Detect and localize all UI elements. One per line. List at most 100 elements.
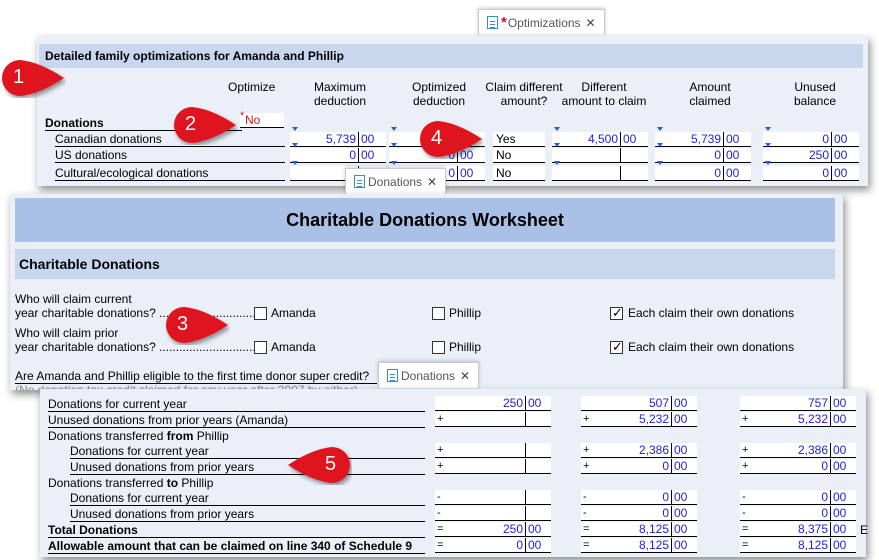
section-title: Detailed family optimizations for Amanda…	[39, 44, 863, 68]
amount-value: 2,386	[797, 443, 828, 457]
operator: -	[437, 491, 441, 503]
row-label: Cultural/ecological donations	[55, 166, 285, 181]
tab-label: Optimizations	[507, 15, 581, 30]
q2-each-checkbox[interactable]: ✓	[610, 339, 623, 354]
amount-cents: 00	[830, 538, 854, 553]
document-icon	[487, 16, 498, 29]
amount-cents: 00	[830, 506, 854, 521]
amount-value: 2,386	[638, 443, 669, 457]
q1-amanda-checkbox[interactable]	[254, 307, 267, 320]
col-optimize: Optimize	[228, 80, 276, 94]
amount-cents: 00	[671, 443, 695, 458]
claimed-cents: 00	[723, 166, 747, 181]
col-claim-different: Claim different amount?	[485, 80, 563, 108]
max-cents: 00	[358, 148, 382, 163]
amount-cents: 00	[671, 396, 695, 411]
amount-cents: 00	[830, 490, 854, 505]
amount-cents: 00	[671, 538, 695, 553]
claimed-cents: 00	[723, 148, 747, 163]
amount-value: 0	[516, 538, 523, 552]
row-suffix: E	[860, 523, 869, 537]
col-opt-deduction: Optimized deduction	[411, 80, 467, 108]
row-label: Donations for current year	[70, 491, 425, 506]
tab-donations[interactable]: Donations ✕	[378, 362, 480, 388]
override-marker-icon	[391, 143, 397, 147]
tab-label: Donations	[368, 174, 423, 189]
col-unused-balance: Unused balance	[793, 80, 837, 108]
tab-optimizations[interactable]: * Optimizations ✕	[478, 9, 605, 35]
amount-cents: 00	[671, 459, 695, 474]
q1-phillip-label: Phillip	[449, 306, 482, 320]
unused-value: 250	[808, 148, 829, 162]
row-label: Unused donations from prior years (Amand…	[48, 413, 425, 428]
claimed-value: 5,739	[690, 132, 721, 146]
max-cents: 00	[358, 132, 382, 147]
operator: +	[437, 413, 444, 425]
amount-cents	[525, 443, 549, 458]
amount-cents: 00	[830, 412, 854, 427]
amount-cents: 00	[525, 538, 549, 553]
q1-phillip-checkbox[interactable]	[432, 307, 445, 320]
amount-cents: 00	[671, 506, 695, 521]
override-marker-icon	[292, 161, 298, 165]
amount-cents: 00	[830, 396, 854, 411]
amount-value: 0	[821, 459, 828, 473]
amount-value: 8,125	[638, 522, 669, 536]
worksheet-panel: Charitable Donations Worksheet Charitabl…	[10, 194, 843, 390]
close-icon[interactable]: ✕	[460, 369, 470, 383]
override-marker-icon	[657, 127, 663, 131]
amount-value: 250	[502, 522, 523, 536]
amount-cents: 00	[525, 522, 549, 537]
override-marker-icon	[657, 161, 663, 165]
claim-different-select[interactable]: No	[493, 148, 545, 163]
unused-value: 0	[822, 132, 829, 146]
worksheet-section: Charitable Donations	[15, 249, 835, 279]
callout-number: 3	[177, 313, 189, 335]
amount-cents	[525, 506, 549, 521]
claim-different-select[interactable]: Yes	[493, 132, 545, 147]
override-marker-icon	[292, 143, 298, 147]
amount-cents: 00	[525, 396, 549, 411]
claimed-value: 0	[714, 148, 721, 162]
row-label: Canadian donations	[55, 132, 285, 147]
override-marker-icon	[765, 143, 771, 147]
row-label: US donations	[55, 148, 285, 163]
tab-donations-worksheet[interactable]: Donations ✕	[345, 168, 447, 194]
close-icon[interactable]: ✕	[427, 175, 437, 189]
amount-cents: 00	[671, 522, 695, 537]
q2-amanda-checkbox[interactable]	[254, 341, 267, 354]
super-credit-question: Are Amanda and Phillip eligible to the f…	[15, 369, 377, 384]
amount-value: 0	[662, 490, 669, 504]
row-label: Donations for current year	[48, 397, 425, 412]
callout-number: 4	[431, 127, 443, 149]
opt-cents: 00	[457, 166, 481, 181]
max-value: 5,739	[325, 132, 356, 146]
amount-cents: 00	[671, 490, 695, 505]
unused-cents: 00	[831, 166, 855, 181]
q2-phillip-checkbox[interactable]	[432, 341, 445, 354]
row-label: Allowable amount that can be claimed on …	[48, 539, 425, 554]
operator: -	[437, 507, 441, 519]
amount-value: 0	[662, 506, 669, 520]
unused-cents: 00	[831, 148, 855, 163]
claimed-cents: 00	[723, 132, 747, 147]
amount-value: 0	[821, 490, 828, 504]
claim-different-select[interactable]: No	[493, 166, 545, 181]
amount-cents: 00	[830, 459, 854, 474]
override-marker-icon	[554, 127, 560, 131]
q2-each-label: Each claim their own donations	[628, 340, 795, 354]
diff-value: 4,500	[587, 132, 618, 146]
override-marker-icon	[765, 161, 771, 165]
tab-label: Donations	[401, 368, 456, 383]
optimize-select[interactable]: * No	[240, 110, 284, 128]
document-icon	[354, 175, 365, 188]
override-marker-icon	[391, 127, 397, 131]
close-icon[interactable]: ✕	[586, 16, 596, 30]
amount-value: 5,232	[638, 412, 669, 426]
row-label: Unused donations from prior years	[70, 460, 425, 475]
amount-value: 507	[648, 396, 669, 410]
callout-1: 1	[0, 58, 66, 98]
q1-each-checkbox[interactable]: ✓	[610, 305, 623, 320]
group-header: Donations transferred from Phillip	[48, 429, 229, 443]
q1-amanda-label: Amanda	[271, 306, 316, 320]
